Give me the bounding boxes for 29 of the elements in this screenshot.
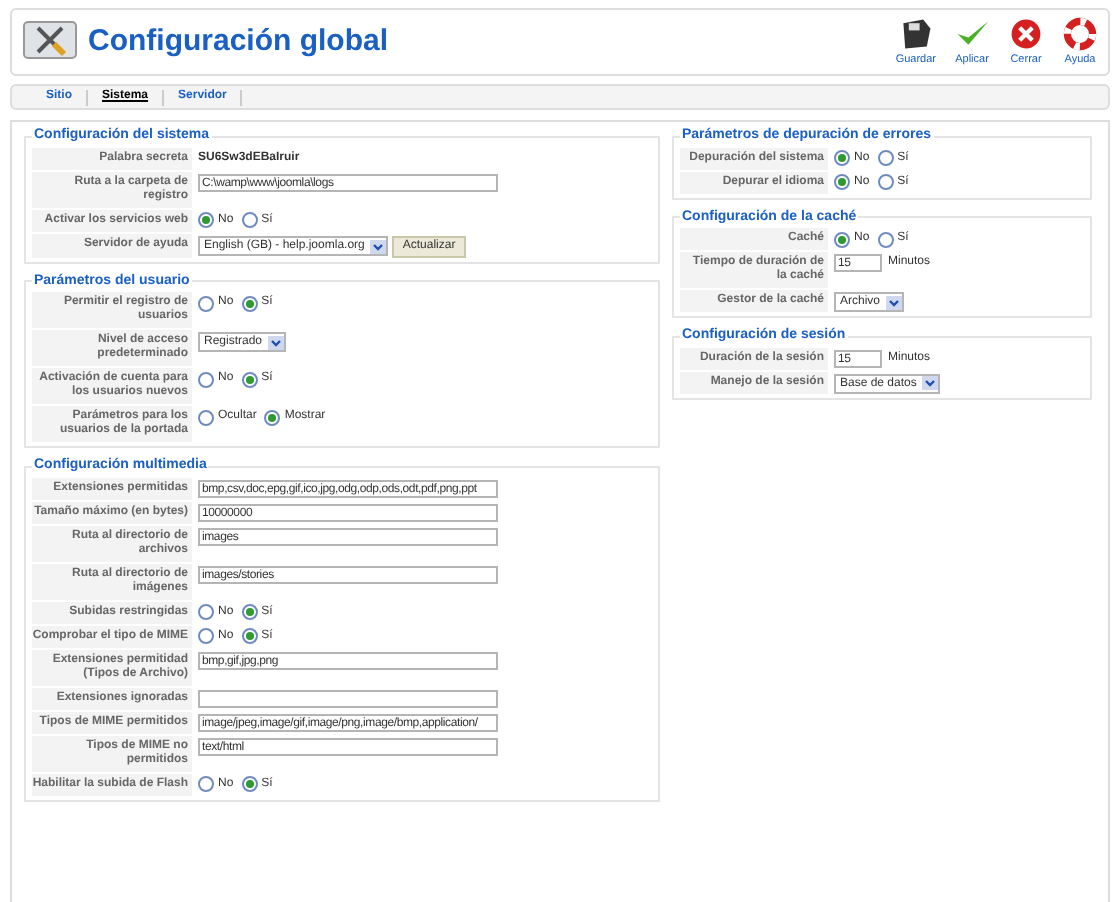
caret-icon <box>886 295 903 309</box>
radio-button[interactable] <box>877 174 894 190</box>
radio-button[interactable] <box>877 231 894 247</box>
radio-button[interactable] <box>241 604 258 620</box>
radio-button[interactable] <box>241 212 258 228</box>
radio-button[interactable] <box>198 604 214 620</box>
input-field[interactable] <box>198 689 498 707</box>
caret-icon <box>370 239 387 253</box>
close-icon <box>1008 15 1044 52</box>
caret-icon <box>922 376 939 390</box>
radio-button[interactable] <box>198 628 214 644</box>
radio-button[interactable] <box>834 150 850 166</box>
radio-button[interactable] <box>264 409 281 425</box>
caret-icon <box>268 335 285 349</box>
radio-button[interactable] <box>198 409 214 425</box>
radio-button[interactable] <box>241 295 258 311</box>
radio-button[interactable] <box>241 776 258 792</box>
tools-icon <box>22 20 78 64</box>
radio-button[interactable] <box>198 212 214 228</box>
radio-button[interactable] <box>198 776 214 792</box>
radio-button[interactable] <box>198 295 214 311</box>
page-title: Configuración global <box>88 21 388 62</box>
radio-button[interactable] <box>877 150 894 166</box>
radio-button[interactable] <box>241 371 258 387</box>
radio-button[interactable] <box>834 174 850 190</box>
radio-button[interactable] <box>241 628 258 644</box>
lifebuoy-icon <box>1062 15 1098 52</box>
radio-button[interactable] <box>198 371 214 387</box>
radio-button[interactable] <box>834 231 850 247</box>
